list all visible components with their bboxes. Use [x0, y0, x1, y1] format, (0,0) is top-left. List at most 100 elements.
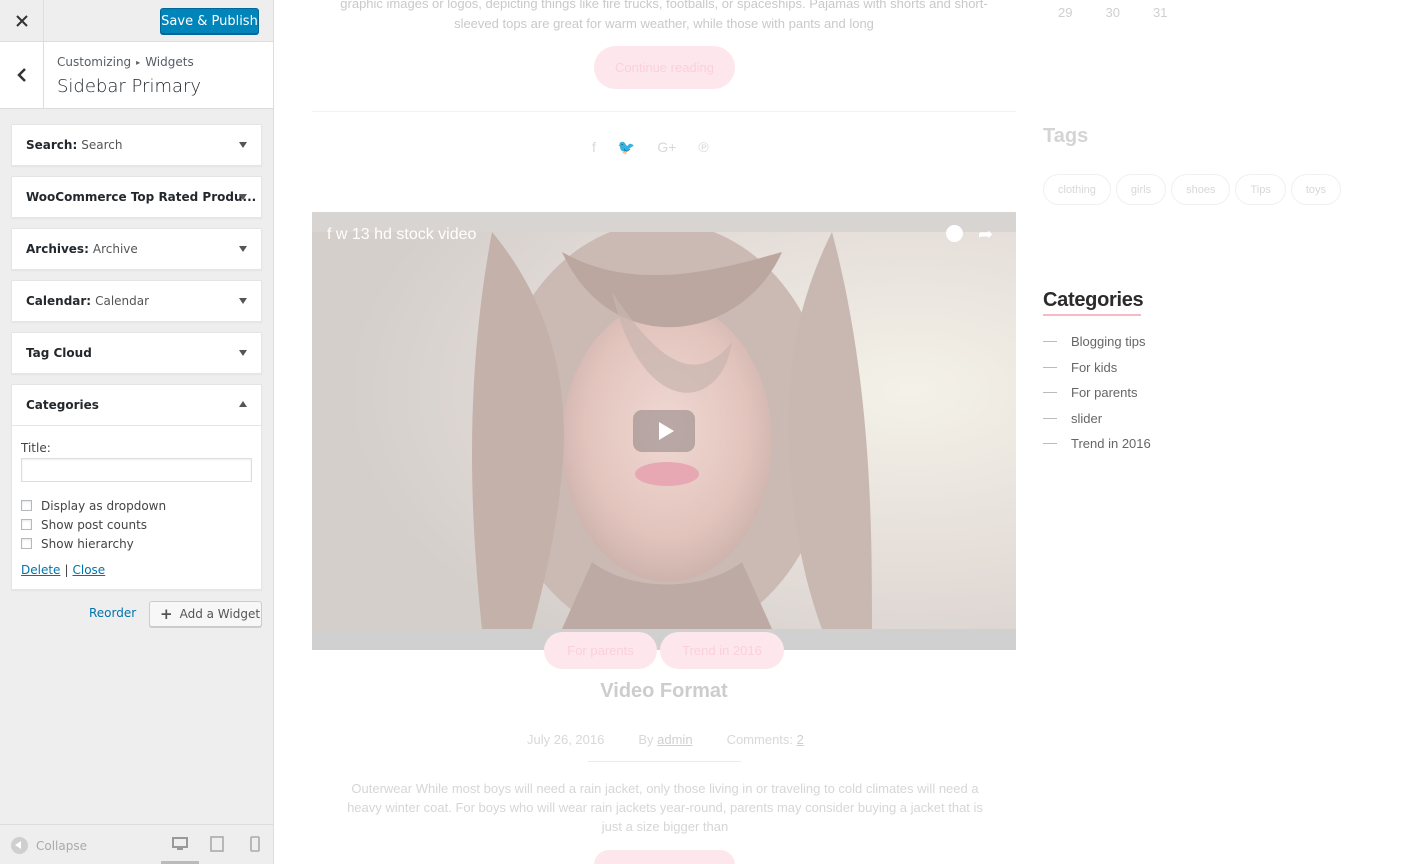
widget-header[interactable]: Categories — [12, 385, 261, 425]
facebook-icon[interactable]: f — [592, 139, 596, 156]
chevron-left-icon — [16, 68, 26, 82]
toggle-arrow-icon[interactable] — [239, 350, 247, 356]
twitter-icon[interactable]: 🐦 — [618, 139, 635, 156]
toggle-arrow-icon[interactable] — [239, 401, 247, 407]
close-icon — [15, 15, 28, 27]
customizer-header: Save & Publish — [0, 0, 273, 42]
site-preview[interactable]: graphic images or logos, depicting thing… — [274, 0, 1419, 864]
plus-icon: + — [160, 605, 173, 623]
desktop-icon[interactable] — [172, 836, 188, 852]
show-post-counts-checkbox[interactable] — [21, 519, 32, 530]
share-icons: f 🐦 G+ ℗ — [592, 139, 709, 156]
toggle-arrow-icon[interactable] — [239, 142, 247, 148]
calendar-day: 29 — [1058, 5, 1073, 20]
widget-header[interactable]: Search: Search — [12, 125, 261, 165]
reorder-link[interactable]: Reorder — [89, 606, 136, 620]
category-item[interactable]: For parents — [1043, 380, 1151, 406]
display-dropdown-checkbox[interactable] — [21, 500, 32, 511]
category-item[interactable]: Trend in 2016 — [1043, 431, 1151, 457]
widget-woocommerce-top-rated[interactable]: WooCommerce Top Rated Produ... — [11, 176, 262, 218]
tag-item[interactable]: shoes — [1171, 174, 1231, 205]
share-arrow-icon[interactable]: ➦ — [978, 224, 993, 245]
tags-widget-title: Tags — [1043, 125, 1089, 147]
tag-item[interactable]: toys — [1290, 174, 1342, 205]
post-comments: Comments: 2 — [726, 732, 804, 747]
post-excerpt-top: graphic images or logos, depicting thing… — [340, 0, 988, 31]
pinterest-icon[interactable]: ℗ — [698, 139, 708, 156]
checkbox-row: Show post counts — [21, 515, 252, 534]
author-link[interactable]: admin — [657, 732, 692, 747]
checkbox-label: Show post counts — [41, 517, 148, 532]
collapse-button[interactable]: Collapse — [11, 837, 87, 854]
section-header: Customizing ▸ Widgets Sidebar Primary — [0, 42, 273, 109]
widget-tag-cloud[interactable]: Tag Cloud — [11, 332, 262, 374]
divider — [588, 761, 741, 762]
add-widget-label: Add a Widget — [179, 607, 261, 621]
widget-header[interactable]: Tag Cloud — [12, 333, 261, 373]
checkbox-label: Show hierarchy — [41, 536, 134, 551]
google-plus-icon[interactable]: G+ — [657, 139, 676, 156]
breadcrumb: Customizing ▸ Widgets — [57, 55, 194, 69]
widget-header[interactable]: Calendar: Calendar — [12, 281, 261, 321]
tablet-icon[interactable] — [209, 836, 225, 852]
widget-form: Title: Display as dropdown Show post cou… — [12, 425, 261, 589]
video-title[interactable]: f w 13 hd stock video — [327, 226, 476, 244]
categories-widget-title: Categories — [1043, 289, 1144, 311]
close-link[interactable]: Close — [72, 563, 105, 577]
breadcrumb-item: Customizing — [57, 55, 132, 69]
category-item[interactable]: Blogging tips — [1043, 329, 1151, 355]
mobile-icon[interactable] — [247, 836, 263, 852]
category-item[interactable]: slider — [1043, 406, 1151, 432]
toggle-arrow-icon[interactable] — [239, 194, 247, 200]
continue-reading-button-bottom[interactable] — [594, 850, 735, 864]
widget-header[interactable]: Archives: Archive — [12, 229, 261, 269]
breadcrumb-item: Widgets — [145, 55, 194, 69]
tag-item[interactable]: Tips — [1235, 174, 1286, 205]
post-meta: July 26, 2016 By admin Comments: 2 — [527, 732, 804, 747]
dash-icon — [1043, 417, 1057, 419]
checkbox-row: Show hierarchy — [21, 534, 252, 553]
close-customizer-button[interactable] — [0, 0, 44, 42]
post-category-trend[interactable]: Trend in 2016 — [660, 632, 784, 669]
checkbox-label: Display as dropdown — [41, 498, 167, 513]
comments-link[interactable]: 2 — [797, 732, 804, 747]
calendar-last-row: 29 30 31 — [1058, 5, 1167, 20]
post-title[interactable]: Video Format — [312, 680, 1016, 703]
watch-later-icon[interactable] — [946, 225, 963, 242]
post-category-for-parents[interactable]: For parents — [544, 632, 657, 669]
collapse-label: Collapse — [36, 838, 87, 853]
dash-icon — [1043, 443, 1057, 445]
dash-icon — [1043, 392, 1057, 394]
widget-actions: Delete | Close — [21, 563, 106, 577]
widget-calendar[interactable]: Calendar: Calendar — [11, 280, 262, 322]
back-button[interactable] — [0, 42, 44, 108]
tag-item[interactable]: clothing — [1043, 174, 1111, 205]
customizer-screen: graphic images or logos, depicting thing… — [0, 0, 1419, 864]
save-publish-button[interactable]: Save & Publish — [160, 8, 259, 34]
tag-item[interactable]: girls — [1115, 174, 1167, 205]
widget-header[interactable]: WooCommerce Top Rated Produ... — [12, 177, 261, 217]
widget-categories[interactable]: Categories Title: Display as dropdown Sh… — [11, 384, 262, 590]
title-input[interactable] — [21, 458, 252, 482]
customizer-sidebar: Save & Publish Customizing ▸ Widgets Sid… — [0, 0, 274, 864]
widget-search[interactable]: Search: Search — [11, 124, 262, 166]
show-hierarchy-checkbox[interactable] — [21, 538, 32, 549]
video-player[interactable]: f w 13 hd stock video ➦ — [312, 212, 1016, 650]
play-button[interactable] — [633, 410, 695, 452]
section-title: Sidebar Primary — [57, 76, 202, 97]
add-widget-button[interactable]: + Add a Widget — [149, 601, 262, 627]
widget-archives[interactable]: Archives: Archive — [11, 228, 262, 270]
title-underline — [1043, 314, 1141, 316]
title-label: Title: — [21, 441, 51, 455]
continue-reading-button[interactable]: Continue reading — [594, 46, 735, 89]
toggle-arrow-icon[interactable] — [239, 246, 247, 252]
checkbox-row: Display as dropdown — [21, 496, 252, 515]
category-item[interactable]: For kids — [1043, 355, 1151, 381]
categories-list: Blogging tips For kids For parents slide… — [1043, 329, 1151, 457]
toggle-arrow-icon[interactable] — [239, 298, 247, 304]
delete-link[interactable]: Delete — [21, 563, 60, 577]
customizer-footer: Collapse — [0, 824, 273, 864]
calendar-day: 30 — [1105, 5, 1120, 20]
breadcrumb-separator: ▸ — [136, 57, 141, 67]
dash-icon — [1043, 366, 1057, 368]
